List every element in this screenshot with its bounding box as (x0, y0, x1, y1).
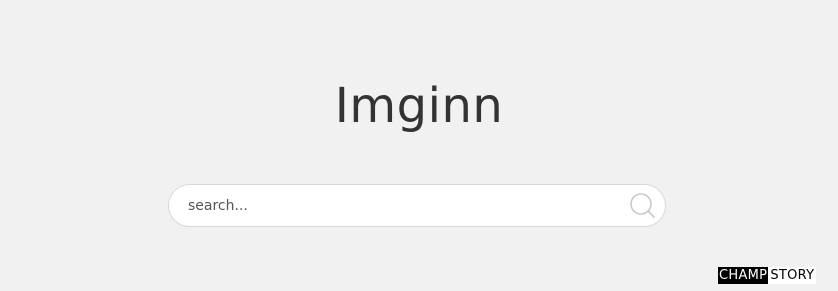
search-button[interactable] (629, 192, 657, 220)
brand-logo-left: CHAMP (718, 267, 769, 284)
search-icon (629, 192, 657, 220)
page: Imginn CHAMP STORY (0, 0, 838, 291)
brand-logo: CHAMP STORY (718, 267, 817, 284)
brand-logo-right: STORY (768, 267, 817, 284)
search-input[interactable] (188, 185, 608, 226)
site-title: Imginn (334, 78, 504, 134)
search-box (168, 184, 666, 227)
